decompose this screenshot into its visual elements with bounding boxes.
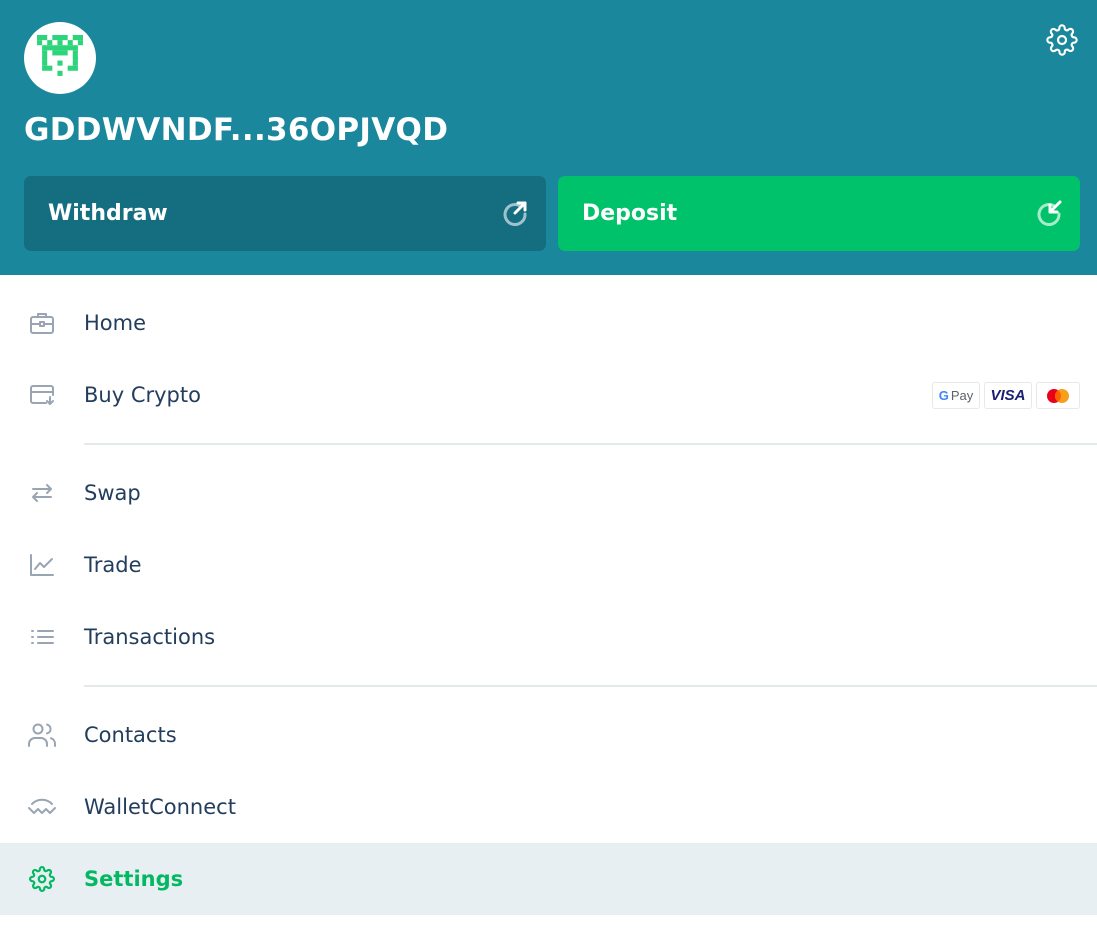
menu-label-swap: Swap bbox=[84, 481, 141, 505]
swap-arrows-icon bbox=[27, 479, 57, 507]
menu-label-transactions: Transactions bbox=[84, 625, 216, 649]
gear-icon bbox=[1046, 24, 1078, 56]
header-settings-button[interactable] bbox=[1044, 22, 1080, 58]
main-menu: Home Buy Crypto G Pay VISA Swap Trade Tr… bbox=[0, 287, 1097, 915]
menu-label-buy-crypto: Buy Crypto bbox=[84, 383, 201, 407]
withdraw-button[interactable]: Withdraw bbox=[24, 176, 546, 251]
account-address[interactable]: GDDWVNDF...36OPJVQD bbox=[24, 112, 448, 148]
identicon-icon bbox=[37, 35, 83, 76]
wallet-header: GDDWVNDF...36OPJVQD Withdraw Deposit bbox=[0, 0, 1097, 275]
menu-label-contacts: Contacts bbox=[84, 723, 177, 747]
google-g-icon: G bbox=[938, 388, 949, 403]
menu-item-swap[interactable]: Swap bbox=[0, 457, 1097, 529]
users-icon bbox=[27, 721, 57, 749]
arrow-down-left-icon bbox=[1037, 200, 1062, 226]
mastercard-badge bbox=[1036, 382, 1080, 409]
menu-item-buy-crypto[interactable]: Buy Crypto G Pay VISA bbox=[0, 359, 1097, 431]
mastercard-icon bbox=[1047, 388, 1069, 403]
menu-item-walletconnect[interactable]: WalletConnect bbox=[0, 771, 1097, 843]
menu-label-settings: Settings bbox=[84, 867, 184, 891]
briefcase-icon bbox=[27, 309, 57, 337]
menu-label-trade: Trade bbox=[84, 553, 142, 577]
card-download-icon bbox=[27, 381, 57, 409]
menu-item-settings[interactable]: Settings bbox=[0, 843, 1097, 915]
arrow-up-right-icon bbox=[503, 201, 527, 226]
menu-label-home: Home bbox=[84, 311, 147, 335]
walletconnect-icon bbox=[27, 793, 57, 821]
account-avatar[interactable] bbox=[24, 22, 96, 94]
menu-item-contacts[interactable]: Contacts bbox=[0, 699, 1097, 771]
list-icon bbox=[27, 623, 57, 651]
menu-item-transactions[interactable]: Transactions bbox=[0, 601, 1097, 673]
visa-badge: VISA bbox=[984, 382, 1032, 409]
deposit-label: Deposit bbox=[582, 201, 678, 226]
menu-divider bbox=[84, 685, 1097, 687]
menu-divider bbox=[84, 443, 1097, 445]
payment-badges: G Pay VISA bbox=[932, 382, 1080, 409]
line-chart-icon bbox=[27, 551, 57, 579]
menu-item-home[interactable]: Home bbox=[0, 287, 1097, 359]
deposit-button[interactable]: Deposit bbox=[558, 176, 1080, 251]
menu-label-walletconnect: WalletConnect bbox=[84, 795, 236, 819]
google-pay-badge: G Pay bbox=[932, 382, 980, 409]
google-pay-text: Pay bbox=[950, 388, 974, 403]
gear-icon bbox=[27, 865, 57, 893]
withdraw-label: Withdraw bbox=[48, 201, 168, 226]
menu-item-trade[interactable]: Trade bbox=[0, 529, 1097, 601]
